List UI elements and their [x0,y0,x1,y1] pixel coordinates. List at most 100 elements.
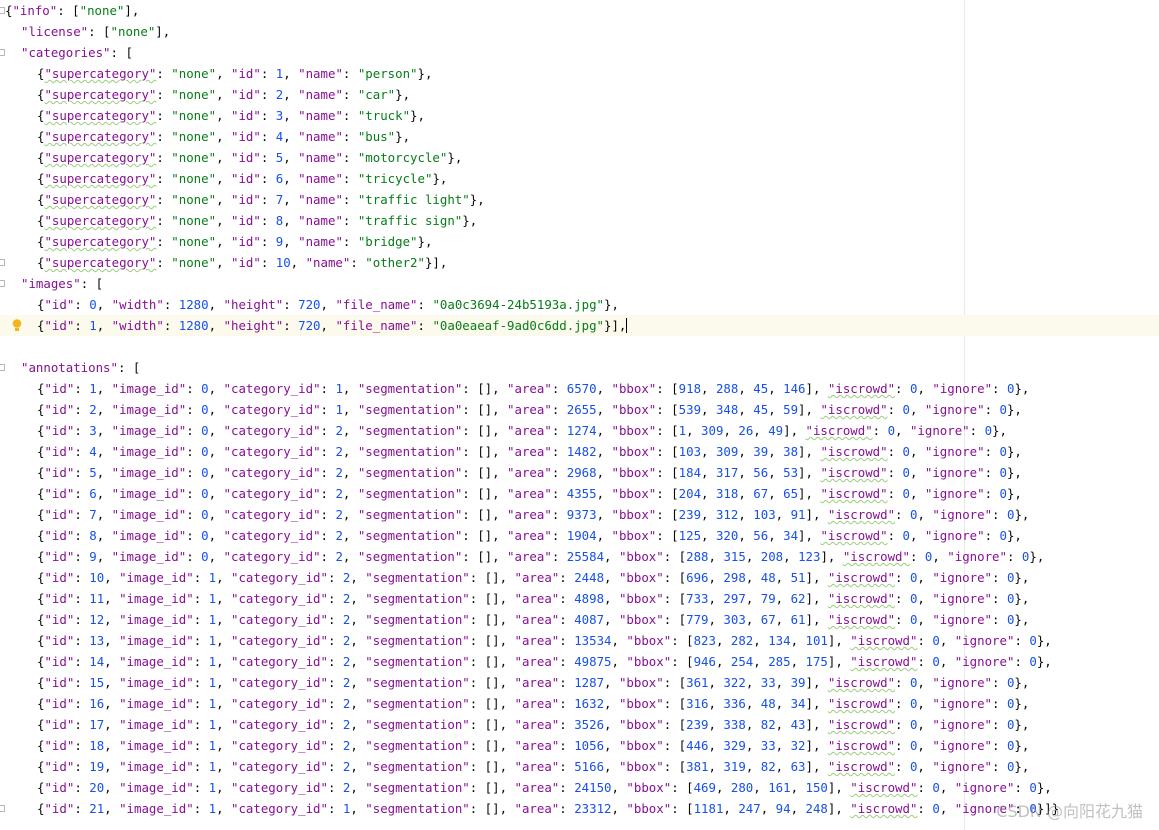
json-key-token: "bbox" [618,738,664,753]
code-line[interactable]: {"id": 3, "image_id": 0, "category_id": … [0,420,1159,441]
number-value-token: 0 [902,465,910,480]
code-line[interactable]: {"id": 5, "image_id": 0, "category_id": … [0,462,1159,483]
code-line[interactable]: {"supercategory": "none", "id": 1, "name… [0,63,1159,84]
code-line[interactable]: {"supercategory": "none", "id": 3, "name… [0,105,1159,126]
json-key-token: "ignore" [954,633,1015,648]
json-key-token: "bbox" [626,801,672,816]
punctuation-token: : [ [671,801,694,816]
punctuation-token: : [186,423,202,438]
code-line[interactable]: "license": ["none"], [0,21,1159,42]
code-line[interactable]: {"info": ["none"], [0,0,1159,21]
json-key-token: "image_id" [119,612,194,627]
punctuation-token: : [887,528,903,543]
json-key-token: "id" [230,129,261,144]
code-line[interactable]: {"id": 10, "image_id": 1, "category_id":… [0,567,1159,588]
code-line[interactable]: {"id": 1, "width": 1280, "height": 720, … [0,315,1159,336]
code-line[interactable]: {"id": 14, "image_id": 1, "category_id":… [0,651,1159,672]
number-value-token: 3526 [574,717,605,732]
number-value-token: 2 [335,528,343,543]
code-line[interactable]: {"supercategory": "none", "id": 10, "nam… [0,252,1159,273]
json-key-token: "ignore" [924,528,985,543]
punctuation-token: }, [1014,696,1030,711]
punctuation-token: : [327,591,343,606]
punctuation-token: , [708,549,724,564]
string-value-token: "other2" [365,255,425,270]
json-key-token: "image_id" [111,507,187,522]
punctuation-token: , [350,738,366,753]
number-value-token: 6570 [566,381,597,396]
punctuation-token: : [186,402,202,417]
punctuation-token: , [745,759,761,774]
code-line[interactable]: {"id": 18, "image_id": 1, "category_id":… [0,735,1159,756]
punctuation-token: : [260,234,276,249]
punctuation-token: : [], [469,654,515,669]
code-line[interactable]: {"id": 20, "image_id": 1, "category_id":… [0,777,1159,798]
code-line[interactable]: {"supercategory": "none", "id": 9, "name… [0,231,1159,252]
lightbulb-icon[interactable] [12,319,22,332]
string-value-token: "none" [171,255,217,270]
punctuation-token: , [917,591,933,606]
number-value-token: 63 [790,759,806,774]
punctuation-token: , [604,549,619,564]
code-line[interactable]: {"id": 0, "width": 1280, "height": 720, … [0,294,1159,315]
punctuation-token: , [350,696,366,711]
code-line[interactable]: {"supercategory": "none", "id": 2, "name… [0,84,1159,105]
json-key-token: "ignore" [924,465,985,480]
code-line[interactable]: "annotations": [ [0,357,1159,378]
json-key-token: "supercategory" [44,192,157,207]
code-line[interactable]: {"id": 6, "image_id": 0, "category_id": … [0,483,1159,504]
code-line[interactable]: {"id": 4, "image_id": 0, "category_id": … [0,441,1159,462]
code-editor[interactable]: {"info": ["none"], "license": ["none"], "c… [0,0,1159,830]
punctuation-token: , [715,654,731,669]
json-key-token: "ignore" [932,591,993,606]
code-line-content: {"id": 8, "image_id": 0, "category_id": … [37,525,1022,546]
code-line[interactable]: {"id": 2, "image_id": 0, "category_id": … [0,399,1159,420]
code-line[interactable]: {"id": 7, "image_id": 0, "category_id": … [0,504,1159,525]
code-line-content: {"supercategory": "none", "id": 10, "nam… [37,252,447,273]
punctuation-token: : [], [469,717,515,732]
code-line[interactable]: {"id": 15, "image_id": 1, "category_id":… [0,672,1159,693]
punctuation-token: , [104,654,120,669]
code-line[interactable]: {"id": 11, "image_id": 1, "category_id":… [0,588,1159,609]
code-line[interactable]: {"id": 1, "image_id": 0, "category_id": … [0,378,1159,399]
number-value-token: 336 [723,696,746,711]
json-key-token: "bbox" [611,528,657,543]
code-line[interactable]: {"id": 8, "image_id": 0, "category_id": … [0,525,1159,546]
number-value-token: 13534 [574,633,612,648]
punctuation-token: , [604,612,619,627]
code-line[interactable]: {"supercategory": "none", "id": 6, "name… [0,168,1159,189]
json-key-token: "iscrowd" [850,654,918,669]
code-line[interactable]: {"supercategory": "none", "id": 4, "name… [0,126,1159,147]
punctuation-token: : [320,423,336,438]
code-line[interactable]: {"id": 17, "image_id": 1, "category_id":… [0,714,1159,735]
punctuation-token: , [686,423,702,438]
punctuation-token: , [596,528,612,543]
code-line[interactable]: {"supercategory": "none", "id": 5, "name… [0,147,1159,168]
number-value-token: 204 [678,486,702,501]
code-line[interactable] [0,336,1159,357]
code-line[interactable]: {"id": 13, "image_id": 1, "category_id":… [0,630,1159,651]
code-line-content: "images": [ [21,273,103,294]
punctuation-token: : [260,150,276,165]
json-key-token: "iscrowd" [820,486,888,501]
code-line[interactable]: {"id": 9, "image_id": 0, "category_id": … [0,546,1159,567]
punctuation-token: , [604,717,619,732]
code-line[interactable]: {"id": 12, "image_id": 1, "category_id":… [0,609,1159,630]
number-value-token: 67 [753,486,769,501]
punctuation-token: , [104,675,120,690]
code-line[interactable]: {"id": 21, "image_id": 1, "category_id":… [0,798,1159,819]
number-value-token: 0 [932,801,940,816]
number-value-token: 0 [902,528,910,543]
code-line[interactable]: {"supercategory": "none", "id": 8, "name… [0,210,1159,231]
number-value-token: 0 [201,486,209,501]
code-line[interactable]: {"id": 19, "image_id": 1, "category_id":… [0,756,1159,777]
json-key-token: "id" [44,381,75,396]
punctuation-token: , [745,549,761,564]
punctuation-token: : [ [663,759,687,774]
code-line[interactable]: {"supercategory": "none", "id": 7, "name… [0,189,1159,210]
json-key-token: "iscrowd" [850,780,918,795]
code-line[interactable]: "categories": [ [0,42,1159,63]
punctuation-token: , [790,633,806,648]
code-line[interactable]: "images": [ [0,273,1159,294]
code-line[interactable]: {"id": 16, "image_id": 1, "category_id":… [0,693,1159,714]
